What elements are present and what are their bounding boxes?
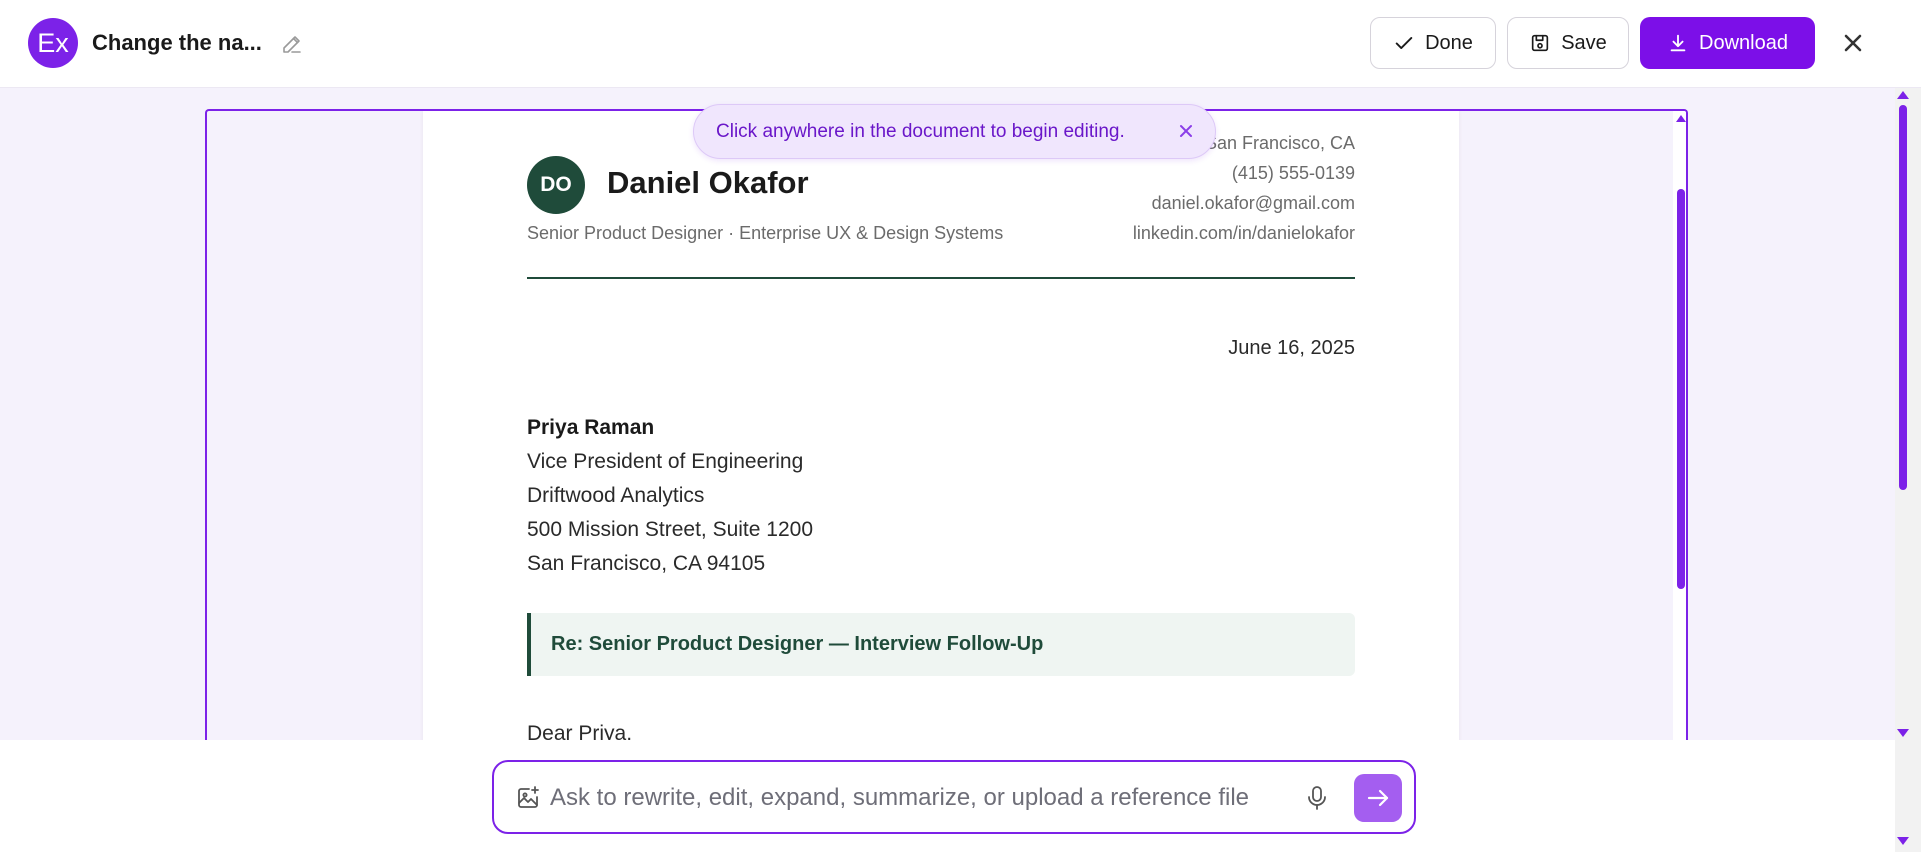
subject-text: Re: Senior Product Designer — Interview … — [551, 633, 1044, 655]
toast-message: Click anywhere in the document to begin … — [716, 120, 1125, 142]
recipient-title[interactable]: Vice President of Engineering — [527, 445, 813, 479]
avatar: DO — [527, 156, 585, 214]
done-label: Done — [1425, 31, 1473, 54]
download-label: Download — [1699, 31, 1788, 54]
contact-linkedin[interactable]: linkedin.com/in/danielokafor — [1133, 223, 1355, 244]
contact-phone[interactable]: (415) 555-0139 — [1232, 163, 1355, 184]
prompt-input[interactable] — [550, 778, 1290, 818]
pencil-icon[interactable] — [280, 32, 304, 56]
close-icon[interactable] — [1175, 120, 1197, 142]
header-divider — [527, 277, 1355, 279]
subject-line[interactable]: Re: Senior Product Designer — Interview … — [527, 613, 1355, 676]
contact-location[interactable]: San Francisco, CA — [1205, 133, 1355, 154]
save-label: Save — [1561, 31, 1607, 54]
window-scroll-end-arrow[interactable] — [1897, 837, 1909, 845]
check-icon — [1395, 37, 1413, 49]
mic-icon[interactable] — [1302, 783, 1332, 813]
window-scrollbar-thumb[interactable] — [1899, 105, 1907, 490]
app-logo: Ex — [28, 18, 78, 68]
window-scroll-down-arrow[interactable] — [1897, 729, 1909, 737]
download-icon — [1670, 34, 1686, 52]
top-bar: Ex Change the na... Done Save Download — [0, 0, 1921, 88]
save-icon — [1532, 34, 1549, 52]
document-page[interactable]: DO Daniel Okafor Senior Product Designer… — [423, 111, 1459, 809]
editing-hint-toast: Click anywhere in the document to begin … — [693, 104, 1216, 159]
letter-date[interactable]: June 16, 2025 — [1228, 337, 1355, 360]
close-icon[interactable] — [1838, 28, 1868, 58]
recipient-company[interactable]: Driftwood Analytics — [527, 479, 813, 513]
send-button[interactable] — [1354, 774, 1402, 822]
document-scrollbar-thumb[interactable] — [1677, 189, 1685, 589]
arrow-right-icon — [1367, 789, 1389, 807]
editor-frame[interactable]: DO Daniel Okafor Senior Product Designer… — [205, 109, 1688, 809]
recipient-name[interactable]: Priya Raman — [527, 411, 813, 445]
recipient-street[interactable]: 500 Mission Street, Suite 1200 — [527, 513, 813, 547]
download-button[interactable]: Download — [1640, 17, 1815, 69]
recipient-block[interactable]: Priya Raman Vice President of Engineerin… — [527, 411, 813, 581]
document-scroll-up-arrow[interactable] — [1676, 115, 1686, 122]
save-button[interactable]: Save — [1507, 17, 1629, 69]
document-title[interactable]: Change the na... — [92, 30, 262, 56]
sender-name[interactable]: Daniel Okafor — [607, 165, 809, 201]
contact-email[interactable]: daniel.okafor@gmail.com — [1152, 193, 1355, 214]
ai-prompt-composer[interactable] — [492, 760, 1416, 834]
image-plus-icon[interactable] — [514, 784, 542, 812]
recipient-city[interactable]: San Francisco, CA 94105 — [527, 547, 813, 581]
sender-tagline[interactable]: Senior Product Designer · Enterprise UX … — [527, 223, 1003, 244]
done-button[interactable]: Done — [1370, 17, 1496, 69]
window-scroll-up-arrow[interactable] — [1897, 91, 1909, 99]
